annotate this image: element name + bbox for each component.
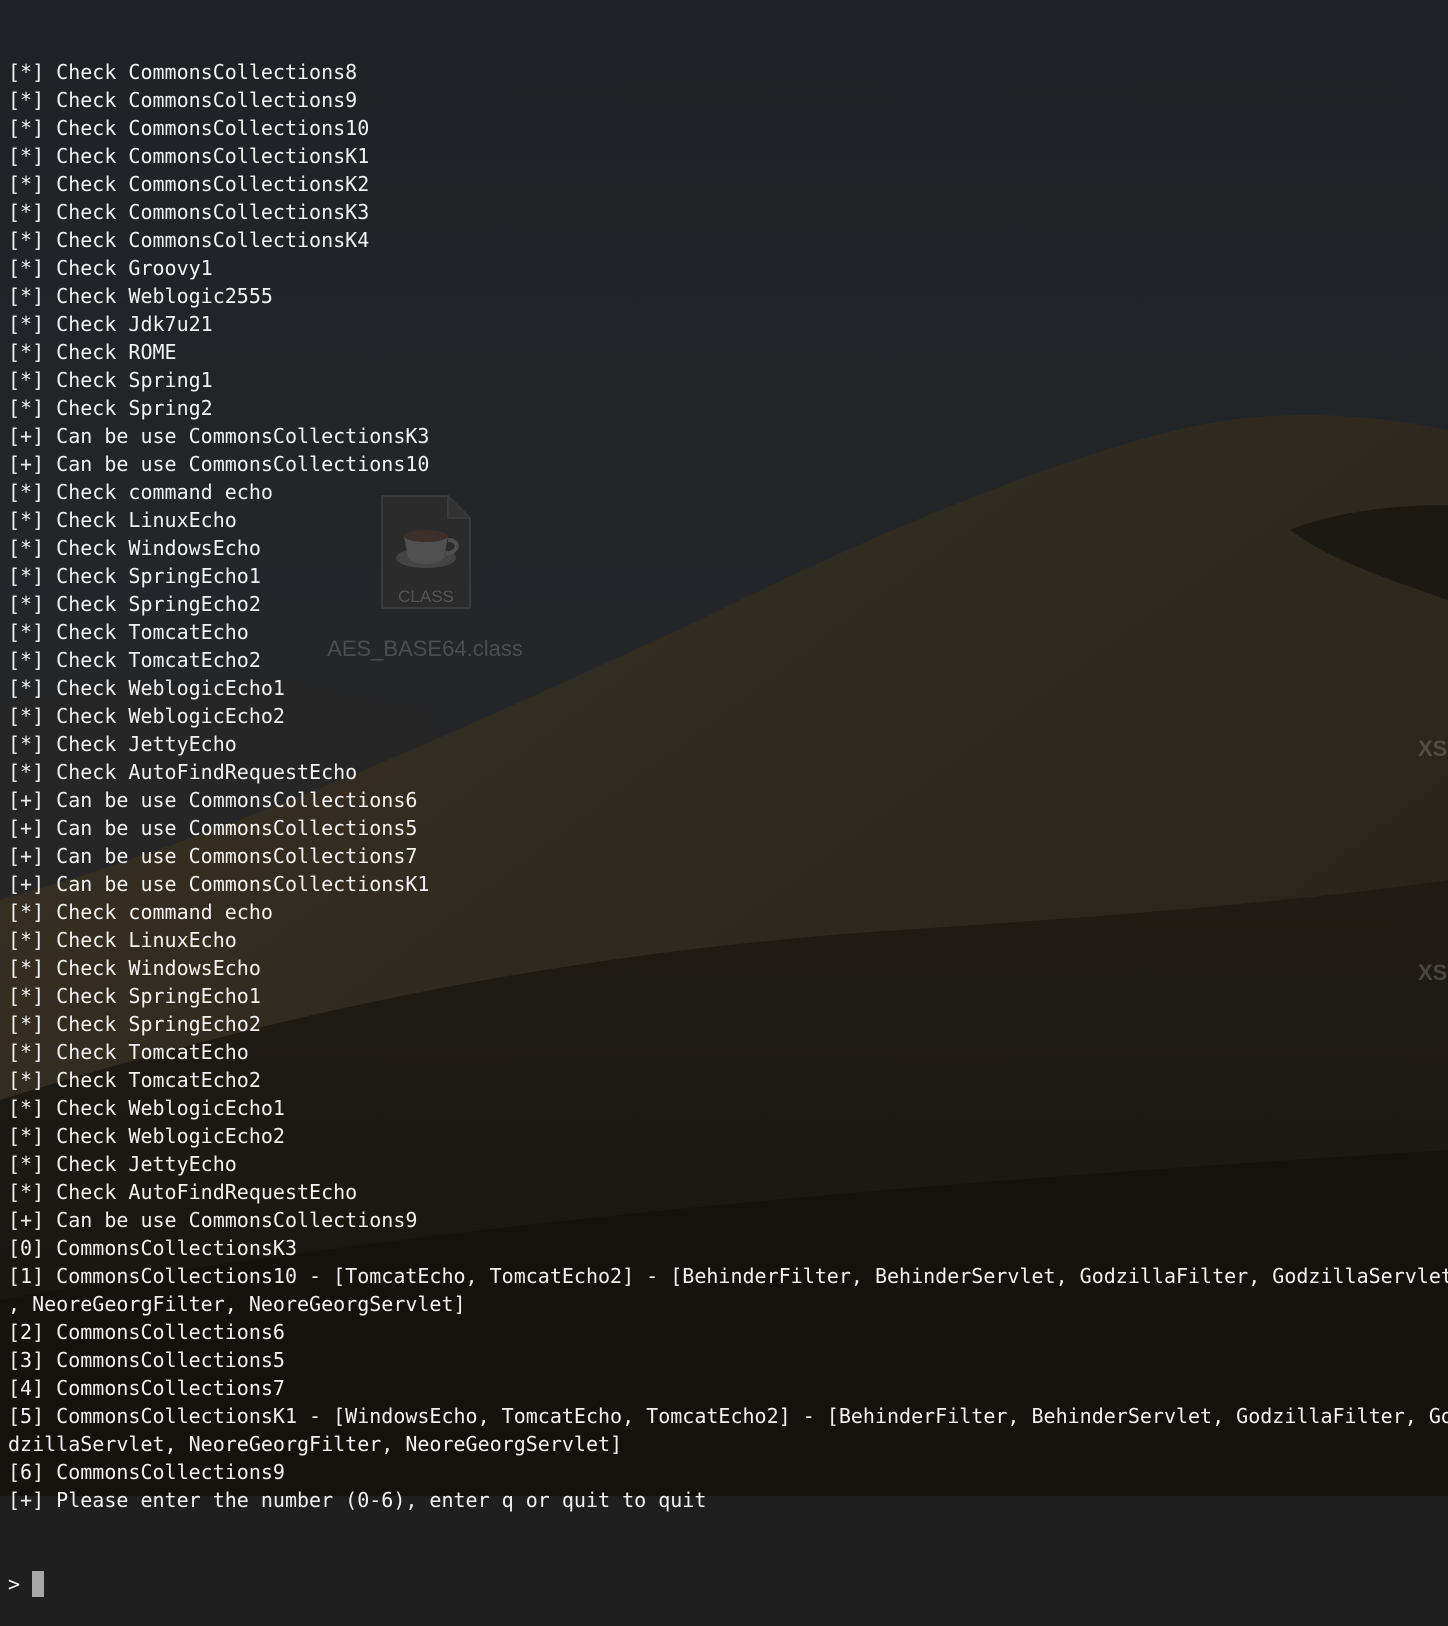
terminal-line: [*] Check SpringEcho1 [8,564,261,588]
terminal-line: [*] Check command echo [8,480,273,504]
terminal-line: [+] Can be use CommonsCollectionsK1 [8,872,430,896]
terminal-line: [*] Check LinuxEcho [8,508,237,532]
terminal-line: [*] Check command echo [8,900,273,924]
terminal-line: [6] CommonsCollections9 [8,1460,285,1484]
terminal-line: [*] Check WindowsEcho [8,956,261,980]
terminal-line: , NeoreGeorgFilter, NeoreGeorgServlet] [8,1292,466,1316]
terminal-line: [*] Check AutoFindRequestEcho [8,1180,358,1204]
terminal-line: [*] Check TomcatEcho2 [8,1068,261,1092]
terminal-line: [*] Check Spring2 [8,396,213,420]
terminal-line: [*] Check CommonsCollectionsK1 [8,144,370,168]
terminal-line: [*] Check WeblogicEcho2 [8,704,285,728]
terminal-line: [*] Check CommonsCollectionsK4 [8,228,370,252]
terminal-line: [+] Can be use CommonsCollections7 [8,844,418,868]
terminal-line: [*] Check JettyEcho [8,1152,237,1176]
terminal-line: [0] CommonsCollectionsK3 [8,1236,297,1260]
terminal-line: [*] Check Groovy1 [8,256,213,280]
terminal-line: [5] CommonsCollectionsK1 - [WindowsEcho,… [8,1404,1448,1428]
terminal-line: [*] Check TomcatEcho2 [8,648,261,672]
terminal-line: [*] Check Weblogic2555 [8,284,273,308]
terminal-line: [*] Check TomcatEcho [8,1040,249,1064]
terminal-line: [+] Can be use CommonsCollections5 [8,816,418,840]
terminal-line: [*] Check CommonsCollections8 [8,60,358,84]
terminal-line: [*] Check WeblogicEcho2 [8,1124,285,1148]
terminal-line: [3] CommonsCollections5 [8,1348,285,1372]
text-cursor [32,1571,45,1597]
terminal-line: [+] Can be use CommonsCollections6 [8,788,418,812]
terminal-line: [*] Check JettyEcho [8,732,237,756]
terminal-line: [*] Check SpringEcho2 [8,592,261,616]
terminal-line: [*] Check SpringEcho2 [8,1012,261,1036]
terminal-output[interactable]: [*] Check CommonsCollections8 [*] Check C… [8,2,1448,1626]
terminal-line: [*] Check AutoFindRequestEcho [8,760,358,784]
terminal-line: [+] Can be use CommonsCollections10 [8,452,430,476]
terminal-line: [*] Check WeblogicEcho1 [8,1096,285,1120]
terminal-line: [*] Check CommonsCollections10 [8,116,370,140]
terminal-line: [+] Can be use CommonsCollectionsK3 [8,424,430,448]
terminal-line: [*] Check WeblogicEcho1 [8,676,285,700]
terminal-line: [*] Check TomcatEcho [8,620,249,644]
terminal-line: [*] Check LinuxEcho [8,928,237,952]
terminal-line: [*] Check CommonsCollectionsK3 [8,200,370,224]
terminal-line: [*] Check ROME [8,340,177,364]
terminal-line: [*] Check Jdk7u21 [8,312,213,336]
terminal-line: [*] Check CommonsCollectionsK2 [8,172,370,196]
terminal-line: [2] CommonsCollections6 [8,1320,285,1344]
prompt-line[interactable]: > [8,1570,1448,1598]
terminal-line: dzillaServlet, NeoreGeorgFilter, NeoreGe… [8,1432,623,1456]
terminal-line: [*] Check WindowsEcho [8,536,261,560]
terminal-line: [*] Check Spring1 [8,368,213,392]
terminal-line: [+] Please enter the number (0-6), enter… [8,1488,707,1512]
terminal-lines: [*] Check CommonsCollections8 [*] Check C… [8,58,1448,1514]
terminal-line: [4] CommonsCollections7 [8,1376,285,1400]
terminal-line: [+] Can be use CommonsCollections9 [8,1208,418,1232]
prompt-symbol: > [8,1572,21,1596]
terminal-line: [*] Check CommonsCollections9 [8,88,358,112]
terminal-line: [*] Check SpringEcho1 [8,984,261,1008]
terminal-line: [1] CommonsCollections10 - [TomcatEcho, … [8,1264,1448,1288]
